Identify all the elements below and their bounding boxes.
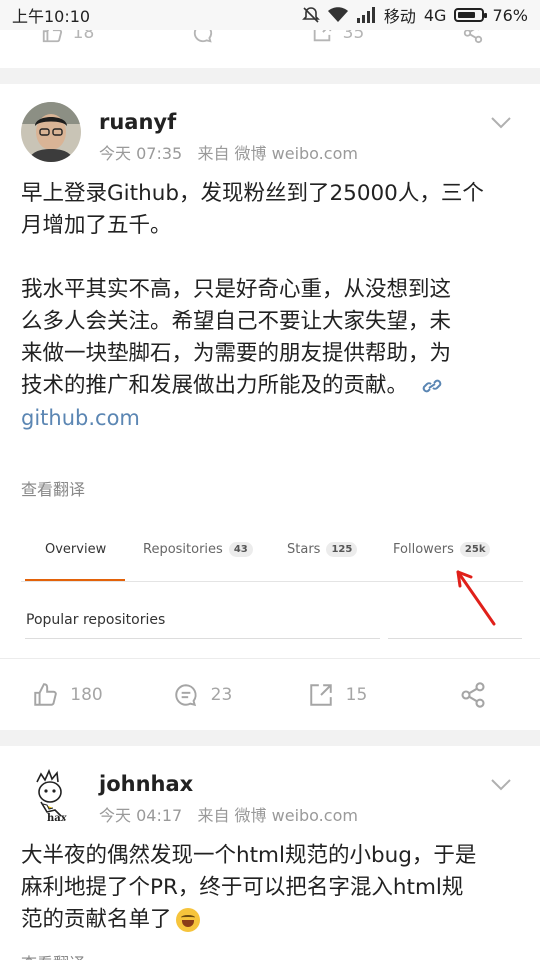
repositories-count: 43: [228, 542, 253, 557]
followers-count: 25k: [459, 542, 491, 557]
repost-count: 15: [345, 684, 368, 705]
username[interactable]: johnhax: [99, 772, 193, 796]
repost-button[interactable]: 15: [270, 659, 405, 730]
post-card-ruanyf: ruanyf 今天 07:35 来自 微博 weibo.com 早上登录Gith…: [0, 84, 540, 730]
chevron-down-icon[interactable]: [490, 778, 512, 792]
github-tabs: Overview Repositories 43 Stars 125 Followe…: [21, 532, 523, 582]
comment-button[interactable]: 23: [135, 659, 270, 730]
post-actions: 180 23 15: [0, 658, 540, 730]
status-time: 上午10:10: [12, 7, 91, 26]
post-text: 大半夜的偶然发现一个html规范的小bug，于是 麻利地提了个PR，终于可以把名…: [21, 840, 520, 936]
post-text-line: 么多人会关注。希望自己不要让大家失望，未: [21, 309, 452, 334]
post-text-line: 月增加了五千。: [21, 213, 172, 238]
share-icon: [460, 681, 485, 708]
post-time: 今天 04:17: [99, 806, 183, 825]
post-text-line: 来做一块垫脚石，为需要的朋友提供帮助，为: [21, 341, 452, 366]
avatar[interactable]: hax: [21, 764, 81, 824]
stars-count: 125: [326, 542, 358, 557]
chevron-down-icon[interactable]: [490, 116, 512, 130]
network-label: 4G: [423, 5, 447, 25]
post-text-line: 技术的推广和发展做出力所能及的贡献。: [21, 370, 520, 402]
github-link[interactable]: github.com: [21, 402, 520, 434]
prev-post-actions: 18 35: [0, 22, 540, 68]
link-icon[interactable]: [421, 378, 443, 394]
post-text-line: 我水平其实不高，只是好奇心重，从没想到这: [21, 277, 452, 302]
signal-icon: [356, 7, 375, 23]
mute-icon: [301, 7, 320, 23]
status-bar: 上午10:10 移动 4G 76%: [0, 0, 540, 30]
repost-icon: [309, 683, 332, 706]
post-text-span: 技术的推广和发展做出力所能及的贡献。: [21, 373, 409, 398]
divider: [25, 638, 380, 639]
divider: [388, 638, 522, 639]
tab-label: Overview: [45, 542, 107, 557]
comment-icon: [174, 683, 197, 706]
post-source: 来自 微博 weibo.com: [197, 144, 358, 163]
battery-percent: 76%: [492, 5, 528, 25]
tab-repositories: Repositories 43: [143, 542, 253, 557]
post-text-line: 早上登录Github，发现粉丝到了25000人，三个: [21, 181, 484, 206]
username[interactable]: ruanyf: [99, 110, 176, 134]
tab-stars: Stars 125: [287, 542, 358, 557]
tab-label: Stars: [287, 542, 321, 557]
battery-icon: [454, 8, 488, 22]
translate-link[interactable]: 查看翻译: [21, 476, 85, 500]
post-text-line: 范的贡献名单了: [21, 904, 520, 936]
tab-overview: Overview: [45, 542, 106, 557]
post-text-line: 麻利地提了个PR，终于可以把名字混入html规: [21, 875, 464, 900]
translate-link[interactable]: 查看翻译: [21, 950, 85, 960]
post-text-span: 范的贡献名单了: [21, 907, 172, 932]
post-meta: 今天 07:35 来自 微博 weibo.com: [99, 140, 358, 164]
carrier-label: 移动: [383, 7, 416, 26]
battery-level: [458, 12, 476, 18]
comment-count: 23: [210, 684, 233, 705]
github-screenshot[interactable]: Overview Repositories 43 Stars 125 Followe…: [21, 532, 523, 644]
laughing-emoji-icon: [175, 908, 200, 932]
status-icons: 移动 4G 76%: [301, 3, 528, 27]
like-button[interactable]: 180: [0, 659, 135, 730]
popular-repositories-heading: Popular repositories: [26, 612, 166, 628]
post-card-johnhax: hax johnhax 今天 04:17 来自 微博 weibo.com 大半夜…: [0, 746, 540, 960]
avatar-image: hax: [21, 764, 81, 824]
red-arrow-icon: [456, 570, 496, 626]
tab-followers: Followers 25k: [393, 542, 491, 557]
active-tab-indicator: [25, 579, 125, 581]
post-text: 早上登录Github，发现粉丝到了25000人，三个 月增加了五千。 我水平其实…: [21, 178, 520, 434]
like-icon: [34, 682, 58, 706]
svg-text:hax: hax: [47, 813, 68, 824]
post-text-line: 大半夜的偶然发现一个html规范的小bug，于是: [21, 843, 477, 868]
avatar-image: [21, 102, 81, 162]
post-meta: 今天 04:17 来自 微博 weibo.com: [99, 802, 358, 826]
post-source: 来自 微博 weibo.com: [197, 806, 358, 825]
wifi-icon: [327, 7, 348, 22]
avatar[interactable]: [21, 102, 81, 162]
tab-label: Followers: [393, 542, 454, 557]
post-time: 今天 07:35: [99, 144, 183, 163]
like-count: 180: [70, 684, 103, 705]
share-button[interactable]: [405, 659, 540, 730]
tab-label: Repositories: [143, 542, 223, 557]
